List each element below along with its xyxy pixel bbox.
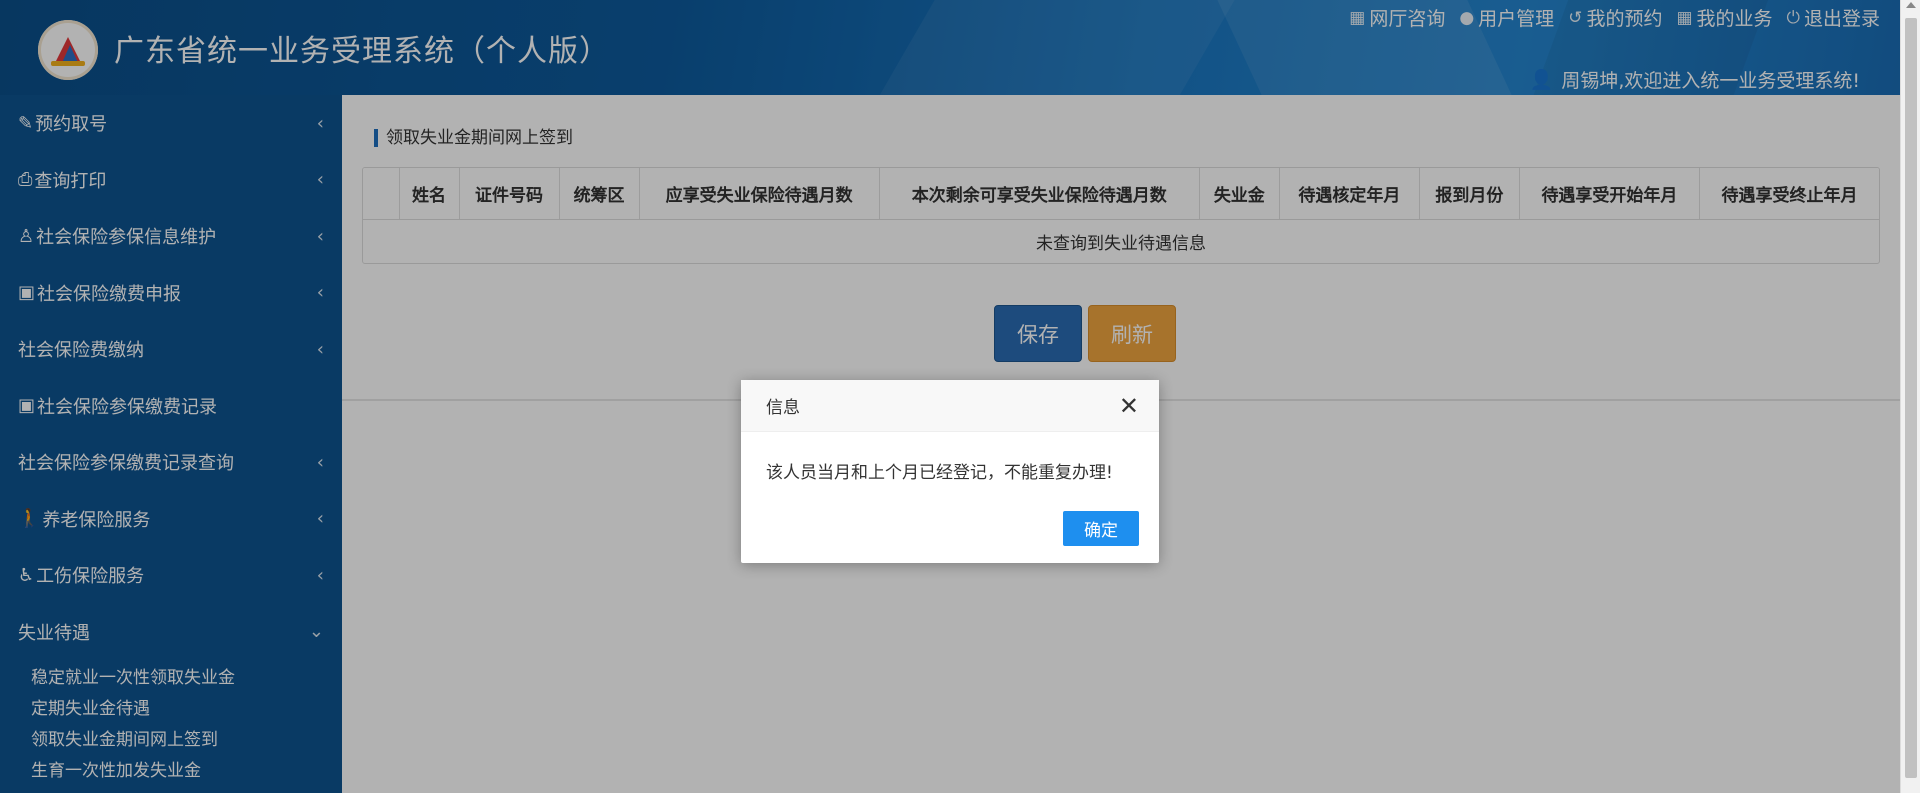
confirm-button[interactable]: 确定 xyxy=(1063,511,1139,546)
dialog-title: 信息 xyxy=(766,398,800,418)
scrollbar[interactable] xyxy=(1900,0,1920,793)
scroll-thumb[interactable] xyxy=(1905,18,1917,778)
info-dialog: 信息 ✕ 该人员当月和上个月已经登记，不能重复办理! 确定 xyxy=(741,380,1159,563)
close-icon[interactable]: ✕ xyxy=(1119,394,1139,418)
dialog-header: 信息 ✕ xyxy=(741,380,1159,432)
scroll-up-icon[interactable] xyxy=(1906,2,1916,8)
dialog-message: 该人员当月和上个月已经登记，不能重复办理! xyxy=(766,463,1113,483)
